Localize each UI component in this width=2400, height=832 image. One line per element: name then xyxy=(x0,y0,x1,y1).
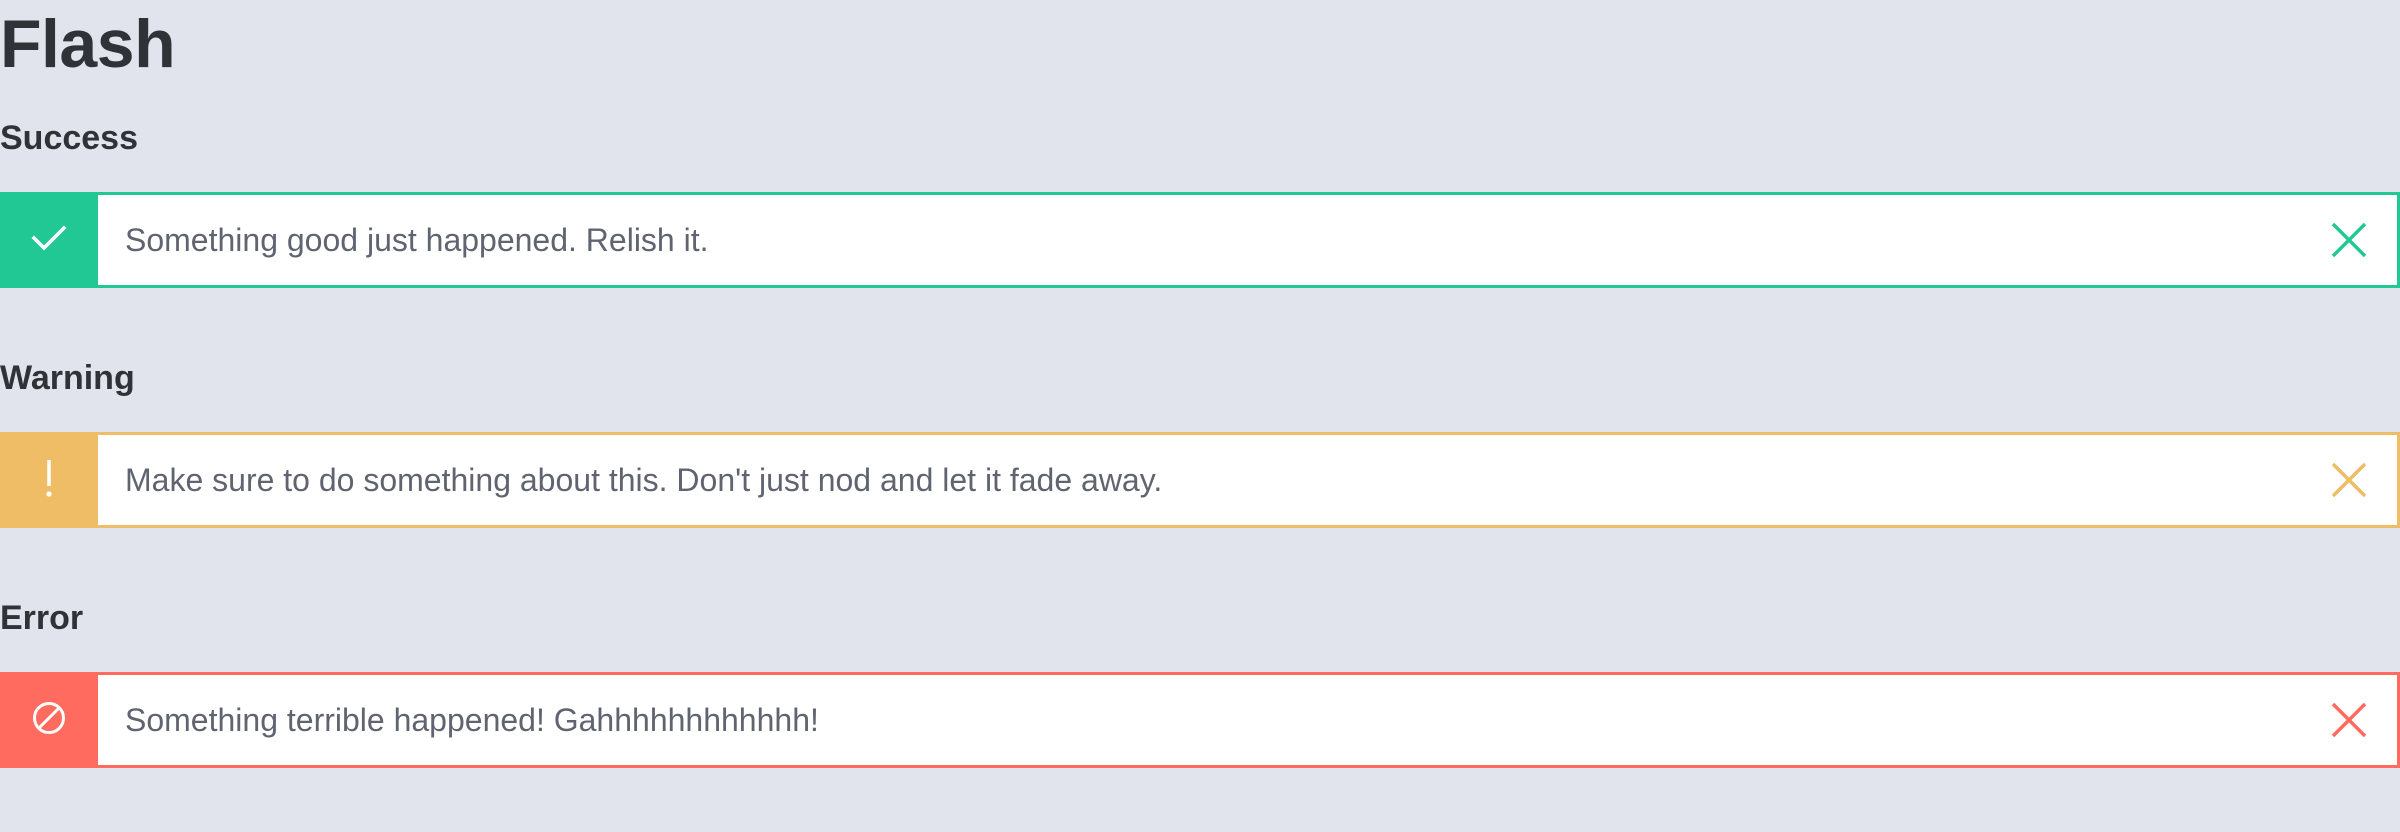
page-title: Flash xyxy=(0,6,176,82)
error-message: Something terrible happened! Gahhhhhhhhh… xyxy=(125,701,819,738)
close-icon[interactable] xyxy=(2331,222,2367,258)
exclamation-icon xyxy=(43,458,55,503)
warning-flash: Make sure to do something about this. Do… xyxy=(0,432,2400,528)
warning-badge xyxy=(0,432,98,528)
error-badge xyxy=(0,672,98,768)
check-icon xyxy=(31,224,67,257)
success-heading: Success xyxy=(0,119,138,157)
success-message: Something good just happened. Relish it. xyxy=(125,221,709,258)
success-close-button[interactable] xyxy=(2301,195,2397,285)
error-flash: Something terrible happened! Gahhhhhhhhh… xyxy=(0,672,2400,768)
success-flash: Something good just happened. Relish it. xyxy=(0,192,2400,288)
success-badge xyxy=(0,192,98,288)
warning-message: Make sure to do something about this. Do… xyxy=(125,461,1163,498)
close-icon[interactable] xyxy=(2331,462,2367,498)
close-icon[interactable] xyxy=(2331,702,2367,738)
error-heading: Error xyxy=(0,599,84,637)
prohibited-icon xyxy=(31,700,67,741)
warning-heading: Warning xyxy=(0,359,135,397)
error-close-button[interactable] xyxy=(2301,675,2397,765)
warning-close-button[interactable] xyxy=(2301,435,2397,525)
